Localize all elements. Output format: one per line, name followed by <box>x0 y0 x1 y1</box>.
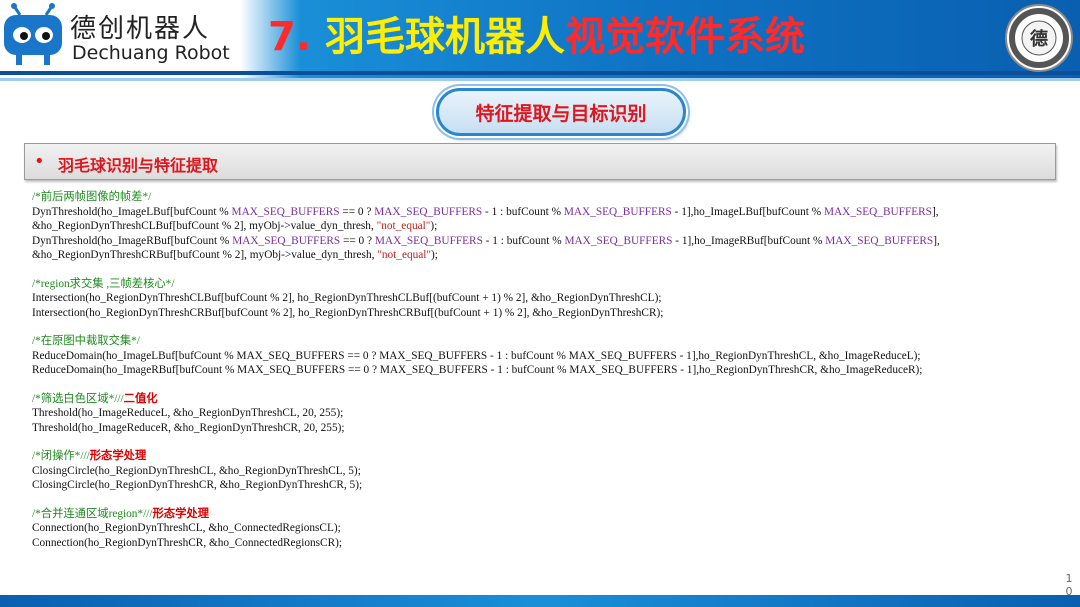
brand-name-cn: 德创机器人 <box>70 14 211 44</box>
title-number: 7. <box>268 14 312 60</box>
section-pill: 特征提取与目标识别 <box>436 88 686 136</box>
code-macro: MAX_SEQ_BUFFERS <box>825 234 934 247</box>
code-group-connection: /*合并连通区域region*///形态学处理 Connection(ho_Re… <box>32 507 1072 551</box>
code-comment-line: /*合并连通区域region*///形态学处理 <box>32 507 1072 522</box>
code-line: ReduceDomain(ho_ImageRBuf[bufCount % MAX… <box>32 364 923 376</box>
header-divider <box>0 71 1080 75</box>
code-text: DynThreshold(ho_ImageLBuf[bufCount % <box>32 205 232 218</box>
code-group-reduce-domain: /*在原图中裁取交集*/ ReduceDomain(ho_ImageLBuf[b… <box>32 334 1072 378</box>
code-comment-highlight: 形态学处理 <box>89 449 147 462</box>
code-line: Connection(ho_RegionDynThreshCL, &ho_Con… <box>32 522 341 534</box>
subheading-text: 羽毛球识别与特征提取 <box>58 156 219 175</box>
code-string: "not_equal" <box>376 220 431 232</box>
seal-glyph: 德 <box>1030 28 1048 50</box>
code-line: DynThreshold(ho_ImageLBuf[bufCount % MAX… <box>32 205 1072 220</box>
code-string: "not_equal" <box>377 249 432 261</box>
code-text: - 1 : bufCount % <box>482 205 564 218</box>
code-line: ClosingCircle(ho_RegionDynThreshCR, &ho_… <box>32 479 363 491</box>
code-line: ReduceDomain(ho_ImageLBuf[bufCount % MAX… <box>32 349 921 362</box>
title-part-red: 视觉软件系统 <box>564 14 805 60</box>
code-comment: /*合并连通区域region*/// <box>32 507 153 520</box>
code-comment-highlight: 二值化 <box>123 391 158 405</box>
code-text: &ho_RegionDynThreshCLBuf[bufCount % 2], … <box>32 220 377 232</box>
code-line: ClosingCircle(ho_RegionDynThreshCL, &ho_… <box>32 464 361 477</box>
code-comment: /*前后两帧图像的帧差*/ <box>32 191 152 203</box>
code-text: - 1 : bufCount % <box>482 234 565 247</box>
code-line: Intersection(ho_RegionDynThreshCLBuf[buf… <box>32 292 662 304</box>
code-macro: MAX_SEQ_BUFFERS <box>232 234 341 247</box>
code-text: ); <box>431 249 438 261</box>
code-group-intersection: /*region求交集 ,三帧差核心*/ Intersection(ho_Reg… <box>32 277 1072 321</box>
code-line: Threshold(ho_ImageReduceL, &ho_RegionDyn… <box>32 407 344 419</box>
title-part-yellow: 羽毛球机器人 <box>324 14 565 60</box>
code-macro: MAX_SEQ_BUFFERS <box>564 234 673 247</box>
code-line: Threshold(ho_ImageReduceR, &ho_RegionDyn… <box>32 421 345 434</box>
brand-name-en: Dechuang Robot <box>72 42 230 64</box>
header-divider-light <box>0 78 1080 81</box>
code-comment-line: /*筛选白色区域*///二值化 <box>32 392 1072 407</box>
code-line: &ho_RegionDynThreshCRBuf[bufCount % 2], … <box>32 248 1072 263</box>
subheading-bar: • 羽毛球识别与特征提取 <box>24 143 1056 180</box>
robot-logo-icon <box>4 3 62 65</box>
code-comment-highlight: 形态学处理 <box>152 506 210 520</box>
code-text: ); <box>430 220 438 232</box>
page-number-digit: 1 <box>1065 572 1073 585</box>
code-macro: MAX_SEQ_BUFFERS <box>374 234 483 247</box>
code-text: == 0 ? <box>339 205 375 218</box>
bullet-icon: • <box>34 151 45 172</box>
code-comment: /*region求交集 ,三帧差核心*/ <box>32 277 175 290</box>
code-group-threshold: /*筛选白色区域*///二值化 Threshold(ho_ImageReduce… <box>32 392 1072 436</box>
code-text: ], <box>933 234 940 247</box>
code-macro: MAX_SEQ_BUFFERS <box>374 205 483 218</box>
code-comment-line: /*闭操作*///形态学处理 <box>32 449 1072 464</box>
code-macro: MAX_SEQ_BUFFERS <box>231 205 340 218</box>
code-line: Intersection(ho_RegionDynThreshCRBuf[buf… <box>32 306 664 319</box>
university-seal-icon: 德 <box>1005 4 1073 72</box>
code-macro: MAX_SEQ_BUFFERS <box>563 205 672 218</box>
code-text: == 0 ? <box>340 234 375 247</box>
code-comment: /*筛选白色区域*/// <box>32 392 124 405</box>
code-line: &ho_RegionDynThreshCLBuf[bufCount % 2], … <box>32 219 1072 234</box>
code-block: /*前后两帧图像的帧差*/ DynThreshold(ho_ImageLBuf[… <box>32 190 1072 564</box>
slide-title: 7. 羽毛球机器人视觉软件系统 <box>268 12 805 62</box>
section-pill-label: 特征提取与目标识别 <box>475 102 647 125</box>
code-text: - 1],ho_ImageRBuf[bufCount % <box>672 234 826 247</box>
code-group-frame-diff: /*前后两帧图像的帧差*/ DynThreshold(ho_ImageLBuf[… <box>32 190 1072 263</box>
code-comment: /*闭操作*/// <box>32 450 90 462</box>
code-comment: /*在原图中裁取交集*/ <box>32 335 140 347</box>
footer-bar <box>0 595 1080 607</box>
code-group-closing: /*闭操作*///形态学处理 ClosingCircle(ho_RegionDy… <box>32 449 1072 493</box>
code-text: &ho_RegionDynThreshCRBuf[bufCount % 2], … <box>32 249 378 261</box>
code-text: ], <box>931 205 939 218</box>
code-line: Connection(ho_RegionDynThreshCR, &ho_Con… <box>32 536 343 549</box>
code-text: - 1],ho_ImageLBuf[bufCount % <box>671 205 824 218</box>
code-line: DynThreshold(ho_ImageRBuf[bufCount % MAX… <box>32 234 1072 249</box>
code-text: DynThreshold(ho_ImageRBuf[bufCount % <box>32 234 233 247</box>
code-macro: MAX_SEQ_BUFFERS <box>823 205 932 218</box>
